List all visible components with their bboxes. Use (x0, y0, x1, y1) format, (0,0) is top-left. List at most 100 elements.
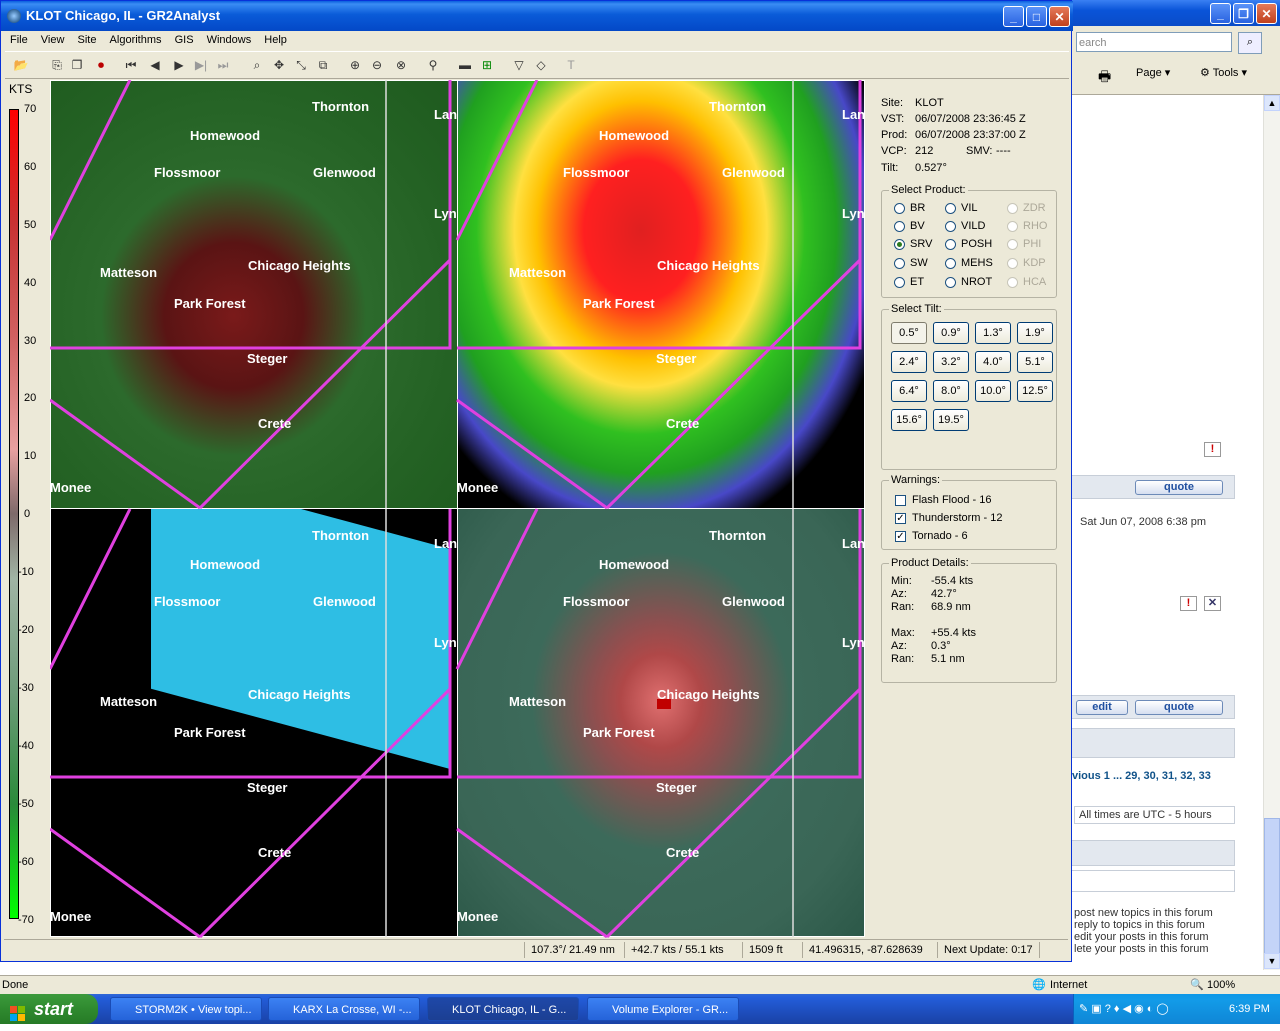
warning-thunderstorm[interactable]: Thunderstorm - 12 (912, 512, 1002, 524)
menu-site[interactable]: Site (73, 31, 102, 49)
radio-srv[interactable] (894, 239, 905, 250)
tilt-button[interactable]: 12.5° (1017, 380, 1053, 402)
radio-posh[interactable] (945, 239, 956, 250)
first-frame-icon[interactable]: ⏮ (123, 57, 139, 73)
product-et[interactable]: ET (910, 276, 924, 288)
clock[interactable]: 6:39 PM (1229, 994, 1270, 1024)
paste-icon[interactable]: ❐ (69, 57, 85, 73)
tilt-button[interactable]: 1.9° (1017, 322, 1053, 344)
report-icon[interactable]: ! (1204, 442, 1221, 457)
measure-icon[interactable]: ⤡ (293, 57, 309, 73)
menu-windows[interactable]: Windows (202, 31, 257, 49)
product-srv[interactable]: SRV (910, 238, 932, 250)
four-panel-icon[interactable]: ⊞ (479, 57, 495, 73)
scroll-thumb[interactable] (1264, 818, 1280, 958)
quote-button-2[interactable]: quote (1135, 700, 1223, 715)
delete-icon[interactable]: ✕ (1204, 596, 1221, 611)
restore-button[interactable]: ❐ (1233, 3, 1254, 24)
task-karx[interactable]: KARX La Crosse, WI -... (268, 997, 420, 1021)
radio-bv[interactable] (894, 221, 905, 232)
maximize-button[interactable]: □ (1026, 6, 1047, 27)
tilt-button[interactable]: 5.1° (1017, 351, 1053, 373)
next-frame-icon[interactable]: ▶| (193, 57, 209, 73)
menu-file[interactable]: File (5, 31, 33, 49)
close-button[interactable]: ✕ (1049, 6, 1070, 27)
product-sw[interactable]: SW (910, 257, 928, 269)
radio-vil[interactable] (945, 203, 956, 214)
menu-gis[interactable]: GIS (170, 31, 199, 49)
zoom-reset-icon[interactable]: ⊗ (393, 57, 409, 73)
tilt-button[interactable]: 0.9° (933, 322, 969, 344)
radio-vild[interactable] (945, 221, 956, 232)
tray-icons[interactable]: ✎ ▣ ? ♦ ◀ ◉ ◐ ◯ (1079, 994, 1169, 1024)
search-icon[interactable]: ⌕ (1238, 32, 1262, 54)
task-storm2k[interactable]: STORM2K • View topi... (110, 997, 262, 1021)
window-titlebar[interactable]: KLOT Chicago, IL - GR2Analyst _ □ ✕ (1, 1, 1073, 31)
diamond-icon[interactable]: ◇ (533, 57, 549, 73)
page-menu[interactable]: Page ▾ (1136, 66, 1170, 79)
checkbox-tornado[interactable]: ✓ (895, 531, 906, 542)
print-icon[interactable]: 🖶 (1098, 66, 1111, 90)
tilt-button[interactable]: 1.3° (975, 322, 1011, 344)
checkbox-flash-flood[interactable] (895, 495, 906, 506)
tilt-button[interactable]: 0.5° (891, 322, 927, 344)
single-panel-icon[interactable]: ▬ (457, 57, 473, 73)
search-input[interactable]: earch (1076, 32, 1232, 52)
zoom-out-icon[interactable]: ⊖ (369, 57, 385, 73)
zoom-level[interactable]: 100% (1207, 976, 1235, 994)
browser-scrollbar[interactable]: ▲ ▼ (1263, 95, 1280, 970)
tilt-button[interactable]: 8.0° (933, 380, 969, 402)
minimize-button[interactable]: _ (1003, 6, 1024, 27)
menu-view[interactable]: View (36, 31, 70, 49)
record-icon[interactable]: ⏺ (93, 57, 109, 73)
pagination[interactable]: vious 1 ... 29, 30, 31, 32, 33 (1072, 770, 1211, 782)
zoom-in-icon[interactable]: ⊕ (347, 57, 363, 73)
tools-menu[interactable]: ⚙ Tools ▾ (1200, 66, 1247, 79)
radio-et[interactable] (894, 277, 905, 288)
tilt-button[interactable]: 10.0° (975, 380, 1011, 402)
edit-button[interactable]: edit (1076, 700, 1128, 715)
prev-frame-icon[interactable]: ◀ (147, 57, 163, 73)
menu-help[interactable]: Help (259, 31, 292, 49)
filter-icon[interactable]: ▽ (511, 57, 527, 73)
scroll-down-icon[interactable]: ▼ (1264, 953, 1280, 969)
product-bv[interactable]: BV (910, 220, 925, 232)
product-posh[interactable]: POSH (961, 238, 992, 250)
checkbox-thunderstorm[interactable]: ✓ (895, 513, 906, 524)
minimize-button[interactable]: _ (1210, 3, 1231, 24)
play-icon[interactable]: ▶ (171, 57, 187, 73)
text-icon[interactable]: T (563, 57, 579, 73)
tool-icon[interactable]: ⚲ (425, 57, 441, 73)
radio-sw[interactable] (894, 258, 905, 269)
report-icon-2[interactable]: ! (1180, 596, 1197, 611)
radio-br[interactable] (894, 203, 905, 214)
copy-icon[interactable]: ⎘ (49, 57, 65, 73)
task-klot[interactable]: KLOT Chicago, IL - G... (427, 997, 579, 1021)
product-mehs[interactable]: MEHS (961, 257, 993, 269)
start-button[interactable]: start (0, 994, 98, 1024)
zoom-icon[interactable]: ⌕ (249, 57, 265, 73)
product-nrot[interactable]: NROT (961, 276, 992, 288)
radio-nrot[interactable] (945, 277, 956, 288)
warning-flash-flood[interactable]: Flash Flood - 16 (912, 494, 991, 506)
product-vil[interactable]: VIL (961, 202, 978, 214)
product-br[interactable]: BR (910, 202, 925, 214)
tilt-button[interactable]: 6.4° (891, 380, 927, 402)
tilt-button[interactable]: 19.5° (933, 409, 969, 431)
tilt-button[interactable]: 15.6° (891, 409, 927, 431)
layers-icon[interactable]: ⧉ (315, 57, 331, 73)
last-frame-icon[interactable]: ⏭ (215, 57, 231, 73)
quote-button-1[interactable]: quote (1135, 480, 1223, 495)
menu-algorithms[interactable]: Algorithms (105, 31, 167, 49)
scroll-up-icon[interactable]: ▲ (1264, 95, 1280, 111)
tilt-button[interactable]: 4.0° (975, 351, 1011, 373)
warning-tornado[interactable]: Tornado - 6 (912, 530, 968, 542)
tilt-button[interactable]: 3.2° (933, 351, 969, 373)
pan-icon[interactable]: ✥ (271, 57, 287, 73)
open-icon[interactable]: 📂 (13, 57, 29, 73)
close-button[interactable]: ✕ (1256, 3, 1277, 24)
tilt-button[interactable]: 2.4° (891, 351, 927, 373)
task-volume-explorer[interactable]: Volume Explorer - GR... (587, 997, 739, 1021)
radio-mehs[interactable] (945, 258, 956, 269)
product-vild[interactable]: VILD (961, 220, 985, 232)
